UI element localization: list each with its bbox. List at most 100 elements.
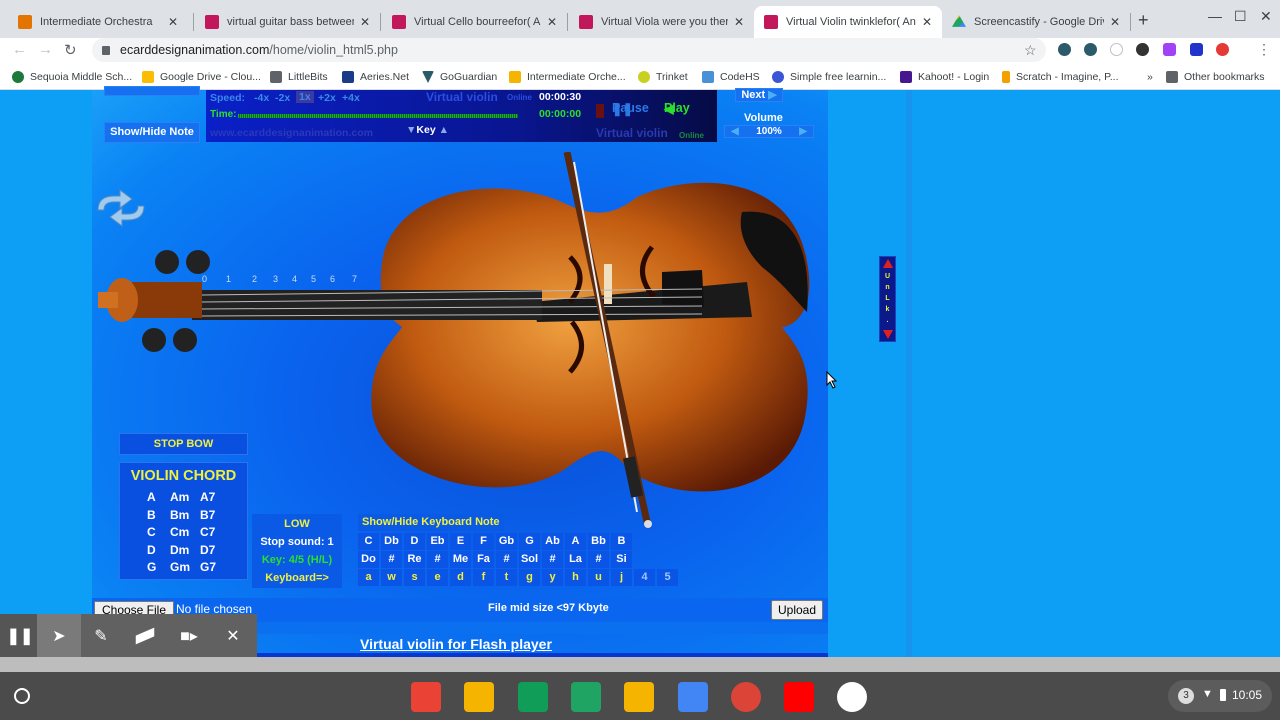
keyboard-note-keys[interactable]: e xyxy=(427,569,448,586)
keyboard-note-solfege[interactable]: # xyxy=(542,551,563,568)
c-extension-icon[interactable] xyxy=(1190,43,1203,56)
play-store-icon[interactable] xyxy=(837,682,868,712)
keyboard-note-solfege[interactable]: La xyxy=(565,551,586,568)
launcher-icon[interactable] xyxy=(14,688,30,704)
keyboard-note-notes[interactable]: Bb xyxy=(588,533,609,550)
keyboard-note-keys[interactable]: t xyxy=(496,569,517,586)
key-setting[interactable]: Key: 4/5 (H/L) xyxy=(252,554,342,566)
tab-4-active[interactable]: Virtual Violin twinklefor( Andr ✕ xyxy=(754,6,942,38)
chord-button[interactable]: G xyxy=(147,560,156,574)
menu-icon[interactable]: ⋮ xyxy=(1257,41,1271,58)
keyboard-note-notes[interactable]: Eb xyxy=(427,533,448,550)
keyboard-note-keys[interactable]: u xyxy=(588,569,609,586)
chord-button[interactable]: C7 xyxy=(200,525,215,539)
keyboard-note-solfege[interactable]: Fa xyxy=(473,551,494,568)
docs-icon[interactable] xyxy=(677,682,708,712)
chord-button[interactable]: Cm xyxy=(170,525,189,539)
keyboard-note-notes[interactable]: Gb xyxy=(496,533,517,550)
bookmark-item[interactable]: Simple free learnin... xyxy=(772,71,886,83)
stop-bow-button[interactable]: STOP BOW xyxy=(119,433,248,455)
tab-1[interactable]: virtual guitar bass between us ✕ xyxy=(195,6,380,38)
bookmark-item[interactable]: GoGuardian xyxy=(422,71,497,83)
keyboard-note-notes[interactable]: A xyxy=(565,533,586,550)
close-tab-icon[interactable]: ✕ xyxy=(547,15,557,29)
other-bookmarks[interactable]: Other bookmarks xyxy=(1166,71,1265,83)
bookmark-item[interactable]: Sequoia Middle Sch... xyxy=(12,71,132,83)
keyboard-note-notes[interactable]: E xyxy=(450,533,471,550)
keyboard-note-solfege[interactable]: # xyxy=(427,551,448,568)
forward-button[interactable]: → xyxy=(38,41,53,58)
keyboard-note-notes[interactable]: F xyxy=(473,533,494,550)
time-progress-bar[interactable] xyxy=(238,114,518,118)
address-bar[interactable]: ecarddesignanimation.com/home/violin_htm… xyxy=(92,38,1046,62)
speed-option[interactable]: +4x xyxy=(342,92,360,104)
chord-button[interactable]: Gm xyxy=(170,560,190,574)
keyboard-note-notes[interactable]: D xyxy=(404,533,425,550)
close-tab-icon[interactable]: ✕ xyxy=(922,15,932,29)
octave-key[interactable]: 4 xyxy=(634,569,655,586)
scroll-down-icon[interactable] xyxy=(883,330,893,339)
chord-button[interactable]: D7 xyxy=(200,543,215,557)
pen-tool-button[interactable]: ✎ xyxy=(81,614,121,658)
close-toolbar-button[interactable]: ✕ xyxy=(213,614,253,658)
octave-key[interactable]: 5 xyxy=(657,569,678,586)
chord-button[interactable]: C xyxy=(147,525,156,539)
tab-0[interactable]: Intermediate Orchestra ✕ xyxy=(8,6,188,38)
keyboard-note-notes[interactable]: B xyxy=(611,533,632,550)
key-control[interactable]: ▼Key ▲ xyxy=(406,124,449,136)
notification-count[interactable]: 3 xyxy=(1178,688,1194,704)
bookmark-item[interactable]: Scratch - Imagine, P... xyxy=(1002,71,1119,83)
tuning-peg[interactable] xyxy=(155,250,179,274)
sheets-icon[interactable] xyxy=(517,682,548,712)
eraser-tool-button[interactable] xyxy=(125,614,165,658)
close-tab-icon[interactable]: ✕ xyxy=(1110,15,1120,29)
chord-button[interactable]: Bm xyxy=(170,508,189,522)
key-up-icon[interactable]: ▲ xyxy=(439,124,449,136)
keyboard-note-notes[interactable]: Ab xyxy=(542,533,563,550)
bookmark-item[interactable]: LittleBits xyxy=(270,71,328,83)
volume-control[interactable]: ◀ 100% ▶ xyxy=(724,125,814,138)
youtube-icon[interactable] xyxy=(784,682,815,712)
chord-button[interactable]: G7 xyxy=(200,560,216,574)
speed-option[interactable]: -4x xyxy=(254,92,269,104)
camera-tool-button[interactable]: ■▸ xyxy=(169,614,209,658)
keyboard-note-notes[interactable]: G xyxy=(519,533,540,550)
bookmark-star-icon[interactable]: ☆ xyxy=(1024,42,1037,59)
maximize-button[interactable]: ☐ xyxy=(1234,8,1247,25)
tab-2[interactable]: Virtual Cello bourreefor( Andr ✕ xyxy=(382,6,567,38)
chord-button[interactable]: A xyxy=(147,490,156,504)
key-down-icon[interactable]: ▼ xyxy=(406,124,416,136)
help-extension-icon[interactable] xyxy=(1110,43,1123,56)
scroll-up-icon[interactable] xyxy=(883,259,893,268)
stop-icon[interactable] xyxy=(596,104,604,118)
keyboard-note-solfege[interactable]: # xyxy=(588,551,609,568)
keyboard-note-solfege[interactable]: Me xyxy=(450,551,471,568)
back-button[interactable]: ← xyxy=(12,41,27,58)
flash-player-link[interactable]: Virtual violin for Flash player xyxy=(360,636,552,652)
keyboard-note-keys[interactable]: j xyxy=(611,569,632,586)
chord-button[interactable]: Dm xyxy=(170,543,189,557)
chord-button[interactable]: D xyxy=(147,543,156,557)
bookmark-item[interactable]: Google Drive - Clou... xyxy=(142,71,261,83)
keyboard-note-keys[interactable]: s xyxy=(404,569,425,586)
reload-button[interactable]: ↻ xyxy=(64,41,77,59)
show-hide-keyboard-note-button[interactable]: Show/Hide Keyboard Note xyxy=(358,514,504,531)
chrome-icon[interactable] xyxy=(730,682,761,712)
chord-button[interactable]: B7 xyxy=(200,508,215,522)
screencastify-extension-icon[interactable] xyxy=(1216,43,1229,56)
pause-recording-button[interactable]: ❚❚ xyxy=(0,614,40,658)
bookmark-item[interactable]: Intermediate Orche... xyxy=(509,71,626,83)
bookmark-item[interactable]: Aeries.Net xyxy=(342,71,409,83)
keyboard-note-solfege[interactable]: Do xyxy=(358,551,379,568)
classroom-icon[interactable] xyxy=(624,682,655,712)
show-hide-note-button[interactable]: Show/Hide Note xyxy=(104,122,200,143)
more-bookmarks-button[interactable]: » xyxy=(1147,71,1153,83)
stop-sound-setting[interactable]: Stop sound: 1 xyxy=(252,536,342,548)
keyboard-note-keys[interactable]: y xyxy=(542,569,563,586)
range-toggle[interactable]: LOW xyxy=(252,518,342,530)
minimize-button[interactable]: — xyxy=(1208,8,1222,24)
chord-button[interactable]: A7 xyxy=(200,490,215,504)
tab-3[interactable]: Virtual Viola were you therefor ✕ xyxy=(569,6,754,38)
bookmark-item[interactable]: Trinket xyxy=(638,71,688,83)
upload-button[interactable]: Upload xyxy=(771,600,823,620)
